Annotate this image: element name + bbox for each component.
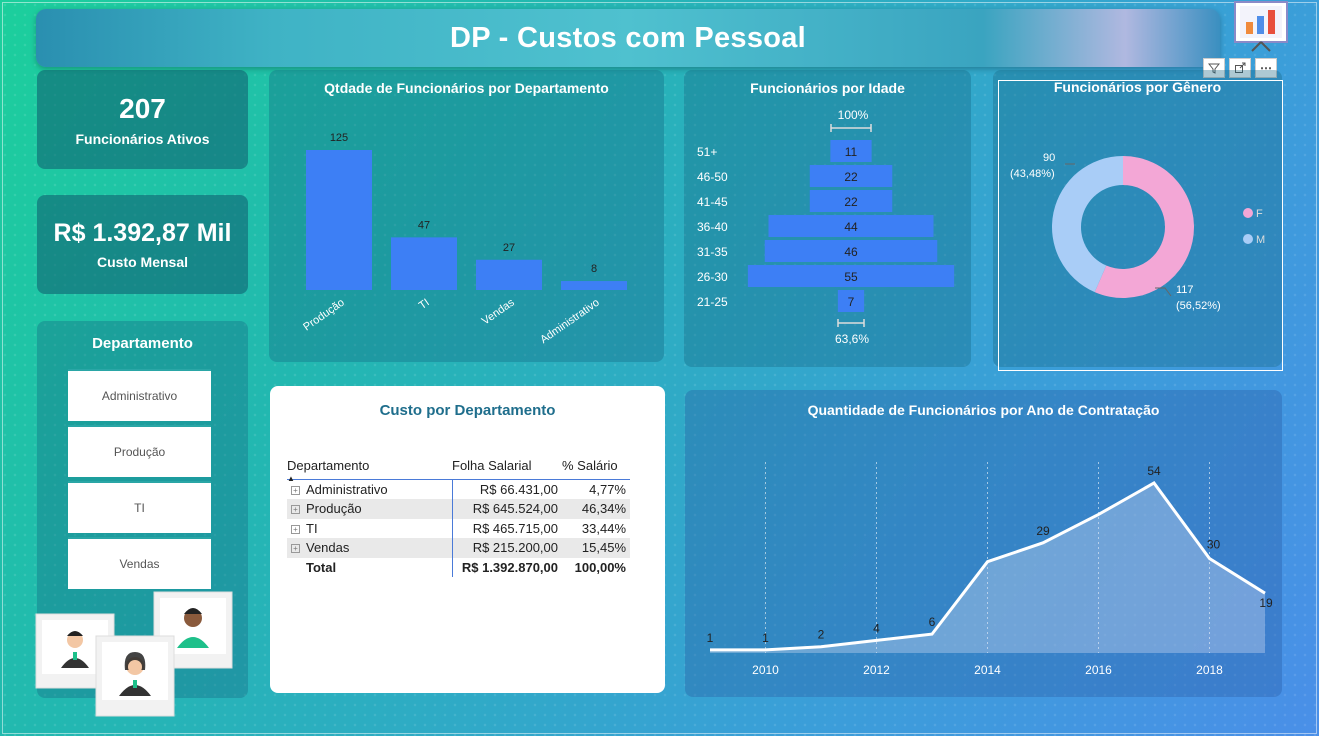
age-chart-card: Funcionários por Idade 100% 51+ 11 46-50 22 4… [684,70,971,367]
hire-chart-card: Quantidade de Funcionários por Ano de Co… [685,390,1282,697]
category-label: TI [417,297,432,312]
age-category-label: 31-35 [697,245,728,259]
table-row: + Produção R$ 645.524,00 46,34% [287,499,630,519]
presentation-chart-icon [1232,0,1290,52]
data-label: 30 [1207,538,1221,552]
data-label: 54 [1147,464,1161,478]
table-row: + Vendas R$ 215.200,00 15,45% [287,538,630,558]
bar-value-label: 8 [591,263,597,275]
bar-value-label: 27 [503,242,515,254]
employees-illustration [35,591,233,717]
funnel-top-label: 100% [838,108,869,122]
bar-value-label: 47 [418,219,430,231]
age-category-label: 21-25 [697,295,728,309]
title-banner: DP - Custos com Pessoal [36,9,1220,67]
expand-icon[interactable]: + [291,524,300,534]
age-category-label: 46-50 [697,170,728,184]
legend-label: M [1256,234,1265,246]
slicer-item-producao[interactable]: Produção [68,425,211,477]
bar [561,281,627,290]
x-tick-label: 2010 [752,663,779,677]
kpi-employees-label: Funcionários Ativos [75,130,210,147]
data-label: 2 [818,628,825,642]
expand-icon[interactable]: + [291,486,300,496]
data-label: 1 [762,631,769,645]
dept-bar-chart: 125 Produção 47 TI 27 Vendas 8 Administrativo [301,132,627,346]
funnel-value-label: 22 [844,170,858,184]
table-row: + TI R$ 465.715,00 33,44% [287,518,630,538]
table-row: + Administrativo R$ 66.431,00 4,77% [287,479,630,499]
slicer-item-vendas[interactable]: Vendas [68,537,211,589]
expand-icon[interactable]: + [291,505,300,515]
funnel-value-label: 44 [844,220,858,234]
bar [476,259,542,290]
table-total-row: Total R$ 1.392.870,00 100,00% [287,557,630,577]
legend-label: F [1256,208,1263,220]
slicer-item-administrativo[interactable]: Administrativo [68,369,211,421]
data-label: 1 [707,631,714,645]
x-tick-label: 2012 [863,663,890,677]
cost-table: Departamento ▲ Folha Salarial % Salário +… [287,454,630,577]
bar-value-label: 125 [330,132,348,144]
age-category-label: 51+ [697,145,717,159]
col-pct[interactable]: % Salário [562,454,630,480]
funnel-value-label: 7 [848,295,855,309]
funnel-value-label: 11 [845,145,858,159]
legend-marker [1243,234,1253,244]
data-label: 4 [873,621,880,635]
gender-donut-chart[interactable]: 117 (56,52%) 90 (43,48%) F M [993,70,1282,367]
legend-marker [1243,208,1253,218]
funnel-bottom-label: 63,6% [835,332,869,346]
col-folha[interactable]: Folha Salarial [452,454,562,480]
funnel-value-label: 55 [844,270,858,284]
category-label: Vendas [480,296,517,327]
age-category-label: 36-40 [697,220,728,234]
age-category-label: 41-45 [697,195,728,209]
kpi-cost-value: R$ 1.392,87 Mil [53,219,232,247]
kpi-cost-label: Custo Mensal [96,254,188,270]
category-label: Administrativo [538,297,601,346]
person-card-3 [95,635,175,717]
slicer-title: Departamento [92,335,193,352]
kpi-employees-card: 207 Funcionários Ativos [37,70,248,169]
cost-table-title: Custo por Departamento [379,402,556,419]
bar [306,150,372,290]
funnel-bottom-bracket [837,319,865,327]
funnel-top-bracket [830,124,872,132]
label-m-pct: (43,48%) [1010,168,1055,180]
hire-area-chart: 2010 2012 2014 2016 2018 1 1 2 4 6 29 54 30 19 [707,462,1273,677]
label-m-value: 90 [1043,152,1055,164]
x-tick-label: 2018 [1196,663,1223,677]
x-tick-label: 2016 [1085,663,1112,677]
funnel-value-label: 46 [844,245,858,259]
expand-icon[interactable]: + [291,544,300,554]
col-departamento[interactable]: Departamento ▲ [287,454,452,483]
data-label: 6 [929,615,936,629]
bar [391,237,457,290]
gender-chart-card: Funcionários por Gênero 117 (56,52%) 90 (43… [993,70,1283,371]
category-label: Produção [301,297,346,334]
label-f-pct: (56,52%) [1176,300,1221,312]
data-label: 19 [1259,596,1273,610]
age-category-label: 26-30 [697,270,728,284]
dept-chart-card: Qtdade de Funcionários por Departamento … [269,70,664,362]
age-funnel-chart: 100% 51+ 11 46-50 22 41-45 22 36-40 44 31-35 46 26-… [697,108,955,346]
leader-line-f [1155,287,1172,297]
slicer-item-ti[interactable]: TI [68,481,211,533]
funnel-value-label: 22 [844,195,858,209]
kpi-cost-card: R$ 1.392,87 Mil Custo Mensal [37,195,248,294]
label-f-value: 117 [1176,284,1194,296]
kpi-employees-value: 207 [119,92,166,124]
cost-table-card: Custo por Departamento Departamento ▲ Fol… [270,386,665,693]
data-label: 29 [1036,524,1050,538]
x-tick-label: 2014 [974,663,1001,677]
page-title: DP - Custos com Pessoal [449,21,807,54]
